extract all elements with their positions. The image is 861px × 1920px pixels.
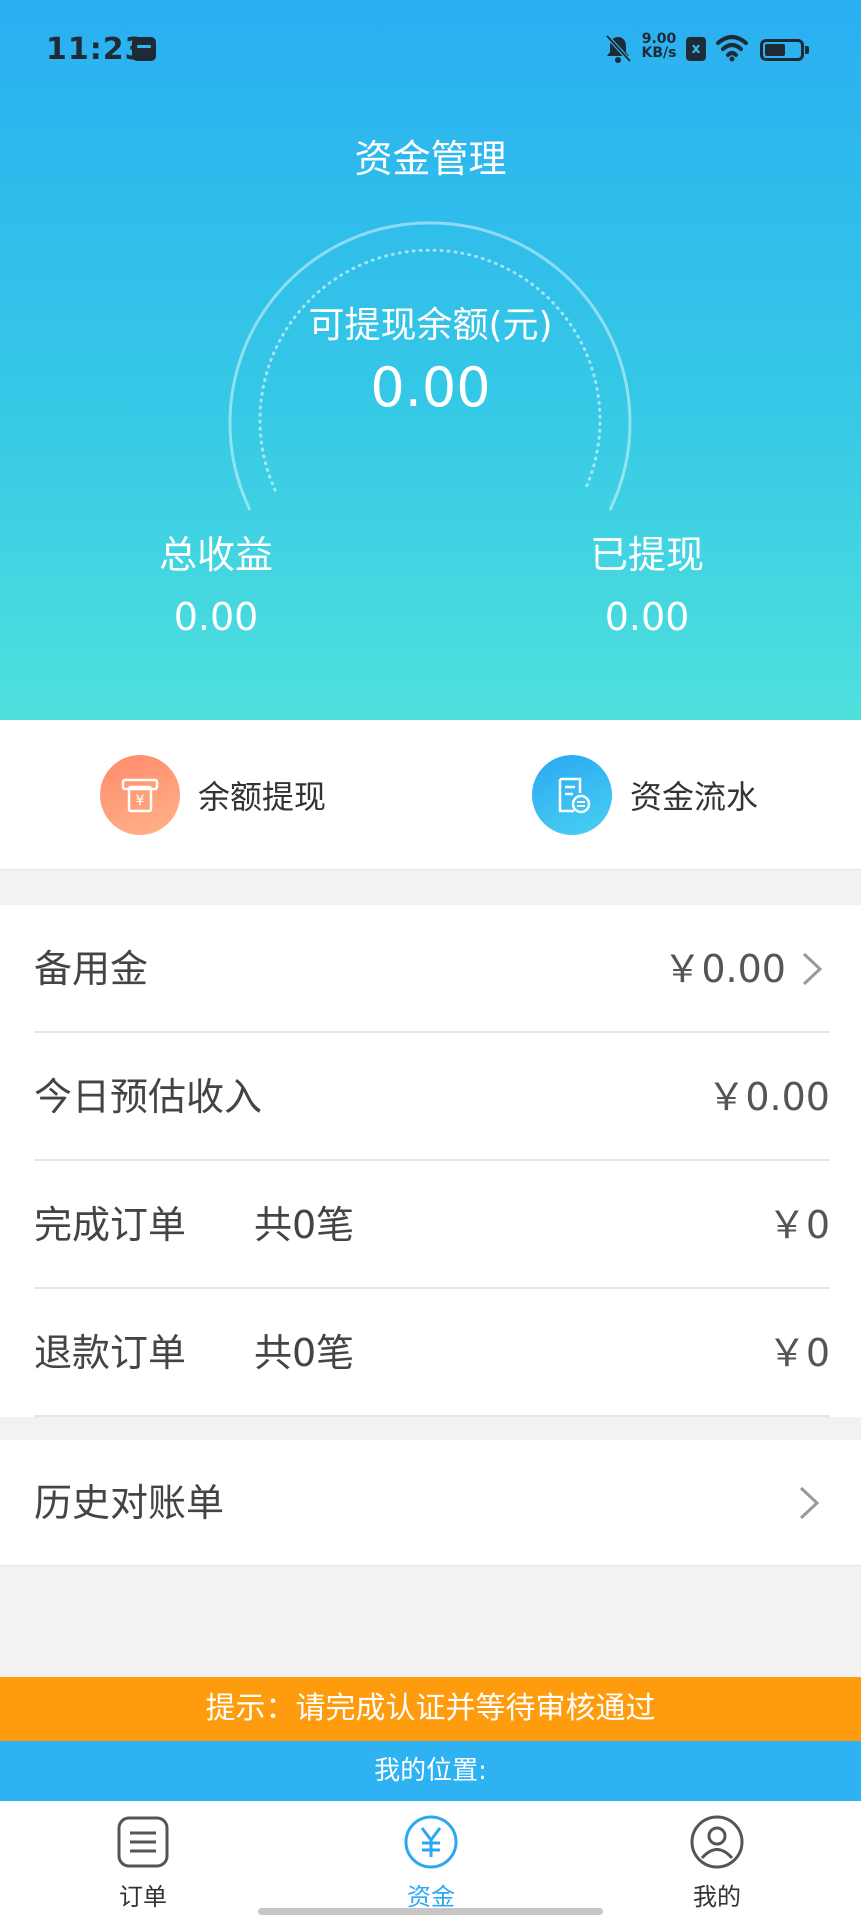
total-income-stat: 总收益 0.00 bbox=[86, 530, 346, 642]
chevron-right-icon bbox=[799, 1486, 820, 1520]
verification-tip-banner: 提示：请完成认证并等待审核通过 bbox=[0, 1677, 861, 1741]
fund-flow-label: 资金流水 bbox=[630, 778, 759, 816]
refund-orders-count: 共0笔 bbox=[254, 1331, 355, 1375]
network-speed-value: 9.00 bbox=[641, 31, 677, 47]
tab-orders-label: 订单 bbox=[119, 1883, 167, 1911]
status-bar: 11:23 9.00 KB/s x bbox=[0, 0, 861, 100]
home-indicator bbox=[258, 1908, 603, 1915]
app-notification-icon bbox=[132, 37, 156, 61]
funds-summary-list: 备用金 ￥0.00 今日预估收入 ￥0.00 完成订单 共0笔 ￥0 退款订单 … bbox=[0, 905, 861, 1417]
tab-funds-label: 资金 bbox=[407, 1883, 455, 1911]
today-income-value: ￥0.00 bbox=[707, 1075, 830, 1119]
tab-funds[interactable]: 资金 bbox=[361, 1813, 501, 1913]
withdrawn-label: 已提现 bbox=[589, 533, 704, 577]
tab-mine-label: 我的 bbox=[693, 1883, 741, 1911]
withdrawn-stat: 已提现 0.00 bbox=[517, 530, 777, 642]
reserve-fund-row[interactable]: 备用金 ￥0.00 bbox=[34, 905, 830, 1033]
svg-text:¥: ¥ bbox=[136, 793, 145, 809]
reserve-fund-value: ￥0.00 bbox=[663, 947, 786, 991]
network-speed-unit: KB/s bbox=[641, 45, 677, 61]
yuan-icon bbox=[404, 1815, 458, 1869]
my-location-banner[interactable]: 我的位置: bbox=[0, 1741, 861, 1801]
today-income-row: 今日预估收入 ￥0.00 bbox=[34, 1033, 830, 1161]
battery-icon bbox=[760, 39, 809, 61]
sim-icon: x bbox=[686, 37, 706, 61]
tab-orders[interactable]: 订单 bbox=[73, 1813, 213, 1913]
today-income-label: 今日预估收入 bbox=[34, 1075, 263, 1119]
page-title: 资金管理 bbox=[354, 137, 507, 181]
fund-flow-button[interactable]: 资金流水 bbox=[532, 753, 758, 837]
orders-list-icon bbox=[117, 1816, 169, 1868]
withdraw-icon: ¥ bbox=[100, 755, 180, 835]
completed-orders-count: 共0笔 bbox=[254, 1203, 355, 1247]
refund-orders-row: 退款订单 共0笔 ￥0 bbox=[34, 1289, 830, 1417]
quick-actions: ¥ 余额提现 资金流水 bbox=[0, 720, 861, 870]
refund-orders-value: ￥0 bbox=[767, 1331, 830, 1375]
statement-icon bbox=[532, 755, 612, 835]
refund-orders-label: 退款订单 bbox=[34, 1331, 187, 1375]
funds-header: 11:23 9.00 KB/s x 资金管理 可提现余额(元) 0.00 总收益… bbox=[0, 0, 861, 720]
tab-mine[interactable]: 我的 bbox=[647, 1813, 787, 1913]
chevron-right-icon bbox=[802, 952, 823, 986]
completed-orders-label: 完成订单 bbox=[34, 1203, 187, 1247]
withdraw-balance-label: 余额提现 bbox=[198, 778, 327, 816]
reserve-fund-label: 备用金 bbox=[34, 947, 149, 991]
history-statements-label: 历史对账单 bbox=[34, 1481, 225, 1525]
withdrawable-balance-label: 可提现余额(元) bbox=[308, 305, 553, 346]
completed-orders-row: 完成订单 共0笔 ￥0 bbox=[34, 1161, 830, 1289]
total-income-label: 总收益 bbox=[158, 533, 273, 577]
bell-muted-icon bbox=[605, 34, 632, 63]
withdrawable-balance-value: 0.00 bbox=[370, 356, 491, 419]
network-speed: 9.00 KB/s bbox=[638, 32, 680, 60]
wifi-icon bbox=[716, 35, 748, 62]
bottom-tab-bar: 订单 资金 我的 bbox=[0, 1801, 861, 1920]
withdrawn-value: 0.00 bbox=[604, 595, 690, 639]
completed-orders-value: ￥0 bbox=[767, 1203, 830, 1247]
withdraw-balance-button[interactable]: ¥ 余额提现 bbox=[100, 753, 326, 837]
total-income-value: 0.00 bbox=[173, 595, 259, 639]
user-profile-icon bbox=[690, 1815, 744, 1869]
history-statements-row[interactable]: 历史对账单 bbox=[0, 1440, 861, 1566]
